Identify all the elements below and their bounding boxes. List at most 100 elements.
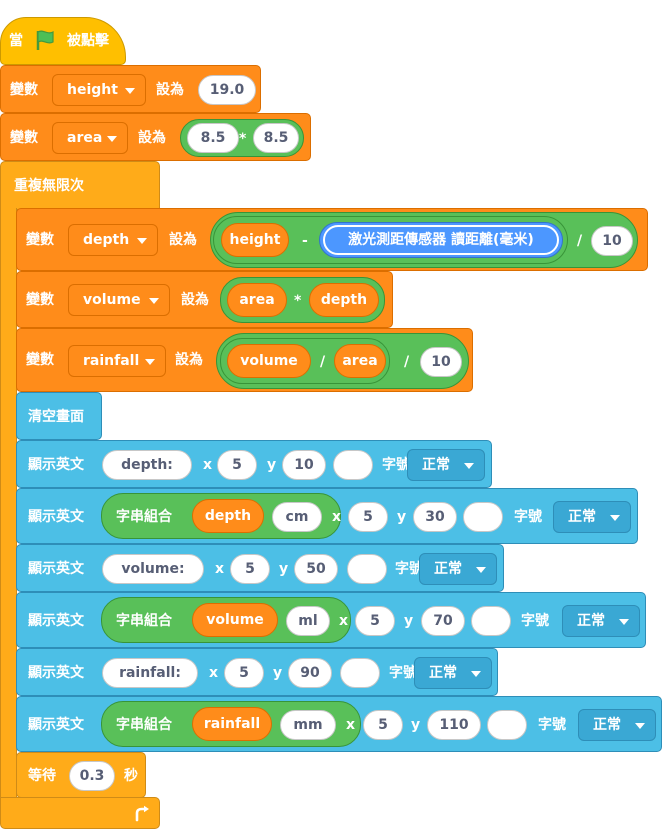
show-text-block[interactable]: 顯示英文 rainfall: x 5 y 90 字號 正常 [16, 648, 498, 696]
forever-block-bottom[interactable] [0, 797, 160, 829]
size-dropdown[interactable]: 正常 [407, 449, 485, 481]
divisor-input[interactable]: 10 [420, 347, 462, 377]
to-label: 設為 [181, 292, 209, 308]
variable-dropdown-volume[interactable]: volume [68, 284, 170, 316]
variable-name: rainfall [83, 353, 140, 369]
variable-name: volume [83, 292, 141, 308]
variable-dropdown-rainfall[interactable]: rainfall [68, 345, 166, 377]
x-input[interactable]: 5 [217, 450, 257, 480]
color-input[interactable] [471, 606, 511, 636]
x-input[interactable]: 5 [224, 658, 264, 688]
set-label: 變數 [26, 352, 54, 368]
divide-operator-inner[interactable]: volume / area [220, 338, 390, 384]
operand-input[interactable]: 8.5 [253, 123, 299, 153]
forever-block-top[interactable]: 重複無限次 [0, 161, 160, 210]
color-input[interactable] [463, 502, 503, 532]
wait-label: 等待 [28, 768, 56, 784]
set-label: 變數 [26, 232, 54, 248]
text-input[interactable]: depth: [102, 450, 192, 480]
size-dropdown[interactable]: 正常 [553, 501, 631, 533]
y-input[interactable]: 70 [421, 606, 465, 636]
y-input[interactable]: 110 [427, 710, 481, 740]
suffix-input[interactable]: ml [286, 606, 330, 636]
text-input[interactable]: volume: [102, 554, 204, 584]
divide-operator-outer[interactable]: volume / area / 10 [216, 333, 469, 389]
x-label: x [332, 509, 342, 525]
size-dropdown[interactable]: 正常 [419, 553, 497, 585]
show-label: 顯示英文 [28, 457, 84, 473]
height-reporter[interactable]: height [221, 223, 289, 257]
to-label: 設為 [175, 352, 203, 368]
text-input[interactable]: rainfall: [102, 658, 198, 688]
color-input[interactable] [347, 554, 387, 584]
divide-operator-outer[interactable]: height - 激光測距傳感器 讀距離(毫米) / 10 [210, 212, 638, 268]
sensor-label: 激光測距傳感器 讀距離(毫米) [323, 225, 559, 255]
wait-seconds-input[interactable]: 0.3 [69, 761, 115, 791]
variable-dropdown-area[interactable]: area [52, 122, 128, 154]
size-dropdown[interactable]: 正常 [578, 709, 656, 741]
wait-block[interactable]: 等待 0.3 秒 [16, 752, 146, 798]
y-input[interactable]: 30 [413, 502, 457, 532]
x-label: x [203, 457, 213, 473]
x-input[interactable]: 5 [348, 502, 388, 532]
variable-dropdown-depth[interactable]: depth [68, 224, 158, 256]
y-input[interactable]: 50 [294, 554, 338, 584]
x-label: x [339, 613, 349, 629]
y-label: y [411, 717, 421, 733]
dropdown-value: 正常 [422, 457, 450, 473]
show-text-block[interactable]: 顯示英文 字串組合 rainfall mm x 5 y 110 字號 正常 [16, 696, 662, 752]
set-depth-block[interactable]: 變數 depth 設為 height - 激光測距傳感器 讀距離(毫米) / 1… [16, 208, 648, 271]
show-text-block[interactable]: 顯示英文 depth: x 5 y 10 字號 正常 [16, 440, 492, 488]
depth-reporter[interactable]: depth [192, 499, 264, 533]
area-reporter[interactable]: area [334, 344, 386, 378]
join-operator[interactable]: 字串組合 depth cm [101, 493, 341, 539]
forever-label: 重複無限次 [14, 178, 84, 194]
variable-dropdown-height[interactable]: height [52, 74, 146, 106]
divisor-input[interactable]: 10 [591, 226, 633, 256]
size-dropdown[interactable]: 正常 [414, 657, 492, 689]
chevron-down-icon [125, 88, 135, 94]
minus-operator[interactable]: height - 激光測距傳感器 讀距離(毫米) [213, 216, 568, 264]
multiply-operator[interactable]: 8.5 * 8.5 [180, 119, 304, 157]
color-input[interactable] [487, 710, 527, 740]
suffix-input[interactable]: mm [280, 710, 336, 740]
depth-reporter[interactable]: depth [309, 283, 379, 317]
show-label: 顯示英文 [28, 509, 84, 525]
y-input[interactable]: 90 [288, 658, 332, 688]
multiply-operator[interactable]: area * depth [220, 277, 385, 323]
chevron-down-icon [464, 463, 474, 469]
distance-sensor-reporter[interactable]: 激光測距傳感器 讀距離(毫米) [319, 222, 563, 258]
y-input[interactable]: 10 [282, 450, 326, 480]
set-height-block[interactable]: 變數 height 設為 19.0 [0, 65, 261, 113]
operand-input[interactable]: 8.5 [187, 123, 239, 153]
size-dropdown[interactable]: 正常 [562, 605, 640, 637]
join-operator[interactable]: 字串組合 rainfall mm [101, 701, 361, 747]
join-operator[interactable]: 字串組合 volume ml [101, 597, 351, 643]
show-text-block[interactable]: 顯示英文 字串組合 depth cm x 5 y 30 字號 正常 [16, 488, 638, 544]
green-flag-icon [36, 30, 54, 50]
chevron-down-icon [619, 619, 629, 625]
volume-reporter[interactable]: volume [192, 603, 278, 637]
suffix-input[interactable]: cm [272, 502, 322, 532]
hat-when-label: 當 [9, 33, 23, 49]
color-input[interactable] [340, 658, 380, 688]
set-volume-block[interactable]: 變數 volume 設為 area * depth [16, 271, 393, 328]
x-input[interactable]: 5 [355, 606, 395, 636]
show-text-block[interactable]: 顯示英文 volume: x 5 y 50 字號 正常 [16, 544, 504, 592]
clear-screen-block[interactable]: 清空畫面 [16, 392, 102, 440]
variable-name: height [67, 82, 118, 98]
x-input[interactable]: 5 [363, 710, 403, 740]
size-label: 字號 [389, 665, 417, 681]
variable-name: area [67, 130, 103, 146]
color-input[interactable] [333, 450, 373, 480]
x-input[interactable]: 5 [230, 554, 270, 584]
set-rainfall-block[interactable]: 變數 rainfall 設為 volume / area / 10 [16, 328, 473, 392]
volume-reporter[interactable]: volume [227, 344, 311, 378]
show-text-block[interactable]: 顯示英文 字串組合 volume ml x 5 y 70 字號 正常 [16, 592, 646, 648]
y-label: y [279, 561, 289, 577]
set-area-block[interactable]: 變數 area 設為 8.5 * 8.5 [0, 113, 311, 161]
when-flag-clicked-block[interactable]: 當 被點擊 [0, 17, 126, 65]
value-input-height[interactable]: 19.0 [198, 75, 256, 105]
rainfall-reporter[interactable]: rainfall [192, 707, 272, 741]
area-reporter[interactable]: area [227, 283, 287, 317]
